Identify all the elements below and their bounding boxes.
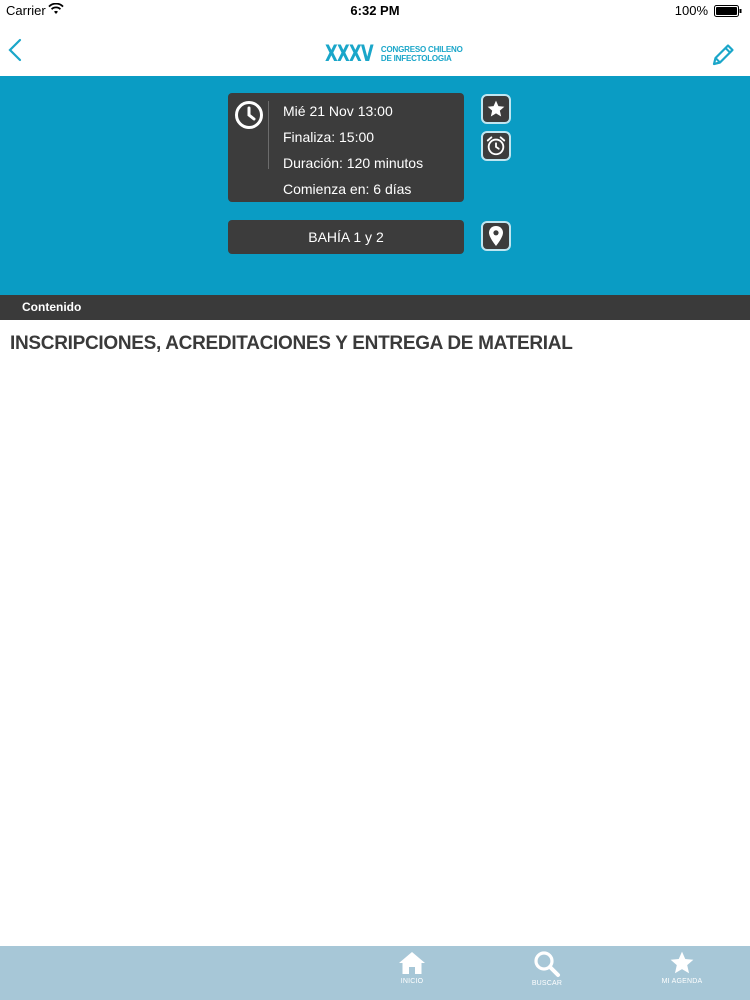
- star-icon: [670, 951, 694, 974]
- clock-icon: [234, 100, 264, 130]
- search-icon: [534, 951, 560, 977]
- home-icon: [399, 952, 425, 974]
- location-label: BAHÍA 1 y 2: [308, 229, 384, 245]
- tab-home[interactable]: INICIO: [367, 946, 457, 1000]
- tab-my-agenda[interactable]: MI AGENDA: [637, 946, 727, 1000]
- clock-time: 6:32 PM: [350, 3, 400, 18]
- star-icon: [487, 100, 505, 117]
- battery-icon: [714, 5, 742, 20]
- card-divider: [268, 101, 269, 169]
- event-header: Mié 21 Nov 13:00 Finaliza: 15:00 Duració…: [0, 76, 750, 295]
- chevron-left-icon: [8, 38, 22, 62]
- favorite-button[interactable]: [481, 94, 511, 124]
- tab-search[interactable]: BUSCAR: [502, 946, 592, 1000]
- reminder-button[interactable]: [481, 131, 511, 161]
- event-end-time: Finaliza: 15:00: [283, 129, 375, 145]
- tab-search-label: BUSCAR: [531, 980, 563, 987]
- congress-logo: XXXV CONGRESO CHILENO DE INFECTOLOGIA: [325, 41, 463, 67]
- back-button[interactable]: [6, 38, 26, 62]
- logo-line-2: DE INFECTOLOGIA: [380, 54, 452, 63]
- tab-home-label: INICIO: [400, 978, 424, 985]
- pencil-icon: [712, 44, 734, 66]
- navigation-bar: XXXV CONGRESO CHILENO DE INFECTOLOGIA: [0, 20, 750, 77]
- edit-button[interactable]: [710, 42, 736, 68]
- map-pin-icon: [489, 226, 503, 246]
- event-title: INSCRIPCIONES, ACREDITACIONES Y ENTREGA …: [10, 333, 573, 354]
- event-location: BAHÍA 1 y 2: [228, 220, 464, 254]
- map-button[interactable]: [481, 221, 511, 251]
- logo-text: CONGRESO CHILENO DE INFECTOLOGIA: [381, 45, 463, 63]
- logo-line-1: CONGRESO CHILENO: [380, 45, 463, 54]
- logo-roman-numeral: XXXV: [325, 41, 374, 67]
- battery-percentage: 100%: [674, 3, 708, 18]
- event-date: Mié 21 Nov 13:00: [283, 103, 393, 119]
- content-section-bar: Contenido: [0, 295, 750, 320]
- status-bar: Carrier 6:32 PM 100%: [0, 0, 750, 20]
- event-time-card: Mié 21 Nov 13:00 Finaliza: 15:00 Duració…: [228, 93, 464, 202]
- tab-my-agenda-label: MI AGENDA: [661, 978, 703, 985]
- section-label: Contenido: [22, 300, 82, 314]
- alarm-clock-icon: [486, 136, 506, 156]
- event-duration: Duración: 120 minutos: [283, 155, 424, 171]
- tab-bar: INICIO BUSCAR MI AGENDA: [0, 946, 750, 1000]
- event-starts-in: Comienza en: 6 días: [283, 181, 412, 197]
